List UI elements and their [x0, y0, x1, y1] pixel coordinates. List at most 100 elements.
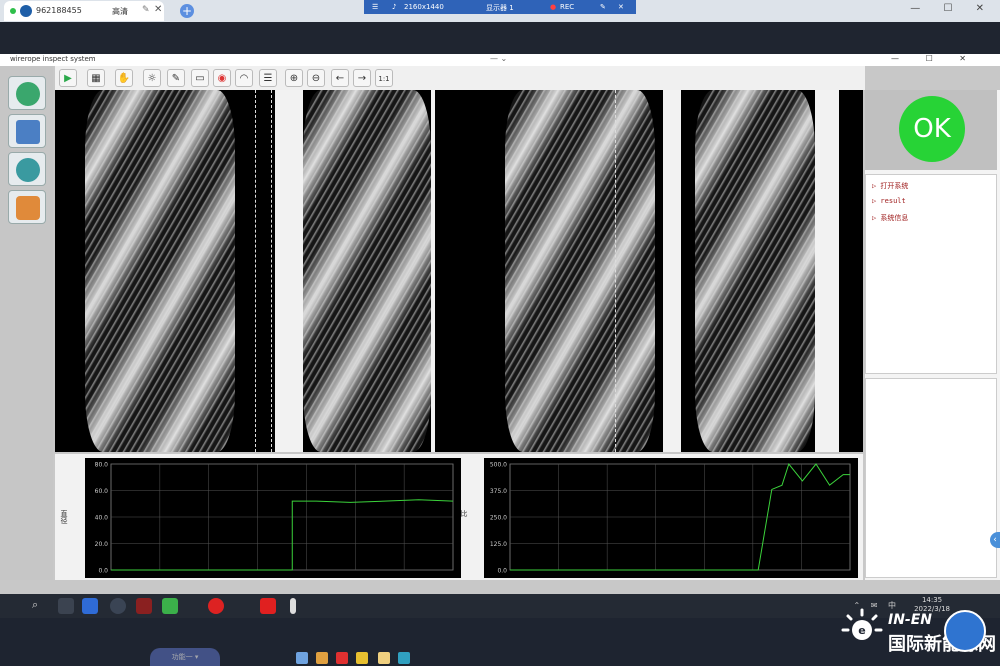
zoom-in-icon[interactable]: ⊕: [285, 69, 303, 87]
app-window: wirerope inspect system — ⌄ — ☐ ✕ ▶ ▦ ✋ ☼ ✎ ▭…: [0, 54, 1000, 594]
y-tick-label: 125.0: [490, 541, 507, 548]
task-view-icon[interactable]: [58, 598, 74, 614]
navigation-tree: ▷ 打开系统 ▷ result ▷ 系统信息: [865, 174, 997, 374]
y-tick-label: 40.0: [95, 515, 109, 522]
document-icon: [16, 82, 40, 106]
local-app-icon[interactable]: [296, 652, 308, 664]
app-icon-green[interactable]: [162, 598, 178, 614]
local-app-icon[interactable]: [336, 652, 348, 664]
bulb-icon[interactable]: ☼: [143, 69, 161, 87]
sun-logo-icon: e: [841, 608, 883, 640]
image-gap: [663, 90, 681, 452]
chart-area: 直径 80.0 60.0 40.0 20.0 0.0 比 500.0 375.0 250.0…: [55, 454, 863, 580]
settings-icon: [16, 158, 40, 182]
app-window-controls[interactable]: — ☐ ✕: [891, 54, 978, 63]
app-icon-wps[interactable]: [260, 598, 276, 614]
collapse-panel-icon[interactable]: ‹: [990, 532, 1000, 548]
y-tick-label: 500.0: [490, 462, 507, 469]
remote-desktop-background: [0, 22, 1000, 54]
app-menu-toggle[interactable]: — ⌄: [490, 54, 507, 63]
lock-icon: [16, 196, 40, 220]
divider-line: [271, 90, 272, 452]
local-app-icon[interactable]: [378, 652, 390, 664]
browser-tab[interactable]: 962188455 高清 ✎ ✕: [4, 1, 164, 21]
connection-status-icon: [10, 8, 16, 14]
pin-icon[interactable]: ✎: [142, 5, 150, 15]
app-title: wirerope inspect system: [10, 55, 96, 63]
app-icon-bar[interactable]: [290, 598, 296, 614]
arrow-right-icon[interactable]: →: [353, 69, 371, 87]
resolution-label[interactable]: 2160x1440: [404, 3, 444, 11]
tab-quality: 高清: [112, 7, 128, 16]
ok-status-badge: OK: [899, 96, 965, 162]
tree-item-system-info[interactable]: ▷ 系统信息: [872, 213, 908, 223]
fit-icon[interactable]: 1:1: [375, 69, 393, 87]
display-label[interactable]: 显示器 1: [486, 3, 514, 13]
tree-item-open-system[interactable]: ▷ 打开系统: [872, 181, 908, 191]
ratio-chart: 500.0 375.0 250.0 125.0 0.0: [484, 458, 858, 578]
tree-item-result[interactable]: ▷ result: [872, 197, 906, 205]
app-icon-settings[interactable]: [110, 598, 126, 614]
local-app-icon[interactable]: [356, 652, 368, 664]
toolbar: ▶ ▦ ✋ ☼ ✎ ▭ ◉ ◠ ☰ ⊕ ⊖ ← → 1:1: [55, 66, 865, 90]
mic-icon[interactable]: ♪: [392, 3, 396, 11]
arrow-left-icon[interactable]: ←: [331, 69, 349, 87]
app-icon-recorder[interactable]: [208, 598, 224, 614]
record-icon[interactable]: ◉: [213, 69, 231, 87]
app-bottom-margin: [0, 580, 1000, 594]
remote-control-bar: ☰ ♪ 2160x1440 显示器 1 ● REC ✎ ✕: [364, 0, 636, 14]
zoom-out-icon[interactable]: ⊖: [307, 69, 325, 87]
diameter-chart: 80.0 60.0 40.0 20.0 0.0: [85, 458, 461, 578]
divider-line: [255, 90, 256, 452]
chart-1-ylabel: 直径: [60, 510, 68, 524]
local-app-icon[interactable]: [398, 652, 410, 664]
sidebar-item-users[interactable]: [8, 114, 46, 148]
pen-icon[interactable]: ✎: [600, 3, 606, 11]
monitor-icon[interactable]: ▭: [191, 69, 209, 87]
rope-image-4: [695, 90, 815, 452]
y-tick-label: 20.0: [95, 541, 109, 548]
rope-image-1: [85, 90, 235, 452]
rope-image-strip: [55, 90, 863, 452]
browser-tab-strip: 962188455 高清 ✎ ✕ + ☰ ♪ 2160x1440 显示器 1 ●…: [0, 0, 1000, 22]
y-tick-label: 80.0: [95, 462, 109, 469]
app-icon-red[interactable]: [136, 598, 152, 614]
app-title-bar: wirerope inspect system — ⌄ — ☐ ✕: [0, 54, 1000, 66]
close-remote-icon[interactable]: ✕: [618, 3, 624, 11]
divider-line: [615, 90, 616, 452]
record-dot-icon: ●: [550, 3, 557, 11]
image-gap: [815, 90, 839, 452]
watermark-logo: e IN-EN 国际新能源网: [834, 600, 1000, 666]
hand-icon[interactable]: ✋: [115, 69, 133, 87]
watermark-line1: IN-EN: [888, 612, 933, 628]
play-icon[interactable]: ▶: [59, 69, 77, 87]
app-icon-code[interactable]: [82, 598, 98, 614]
sidebar-item-documents[interactable]: [8, 76, 46, 110]
svg-text:e: e: [858, 624, 865, 637]
rec-label[interactable]: REC: [560, 3, 574, 11]
tab-id: 962188455: [36, 6, 82, 15]
y-tick-label: 250.0: [490, 515, 507, 522]
sidebar-item-settings[interactable]: [8, 152, 46, 186]
detail-panel: [865, 378, 997, 578]
search-icon[interactable]: ⌕: [32, 598, 48, 614]
rope-image-2: [303, 90, 431, 452]
tag-icon[interactable]: ✎: [167, 69, 185, 87]
avatar: [20, 5, 32, 17]
rope-image-3: [505, 90, 655, 452]
y-tick-label: 375.0: [490, 488, 507, 495]
local-app-icon[interactable]: [316, 652, 328, 664]
grid-icon[interactable]: ▦: [87, 69, 105, 87]
table-icon[interactable]: ☰: [259, 69, 277, 87]
y-tick-label: 0.0: [98, 568, 108, 575]
close-tab-icon[interactable]: ✕: [154, 4, 162, 15]
browser-window-controls[interactable]: — ☐ ✕: [910, 3, 994, 14]
user-icon: [16, 120, 40, 144]
menu-icon[interactable]: ☰: [372, 3, 378, 11]
right-panel: OK ▷ 打开系统 ▷ result ▷ 系统信息 ‹: [865, 90, 1000, 580]
new-tab-button[interactable]: +: [180, 4, 194, 18]
chart-2-ylabel: 比: [460, 510, 468, 517]
gauge-icon[interactable]: ◠: [235, 69, 253, 87]
sidebar-item-lock[interactable]: [8, 190, 46, 224]
floating-tab[interactable]: 功能一 ▾: [150, 648, 220, 666]
